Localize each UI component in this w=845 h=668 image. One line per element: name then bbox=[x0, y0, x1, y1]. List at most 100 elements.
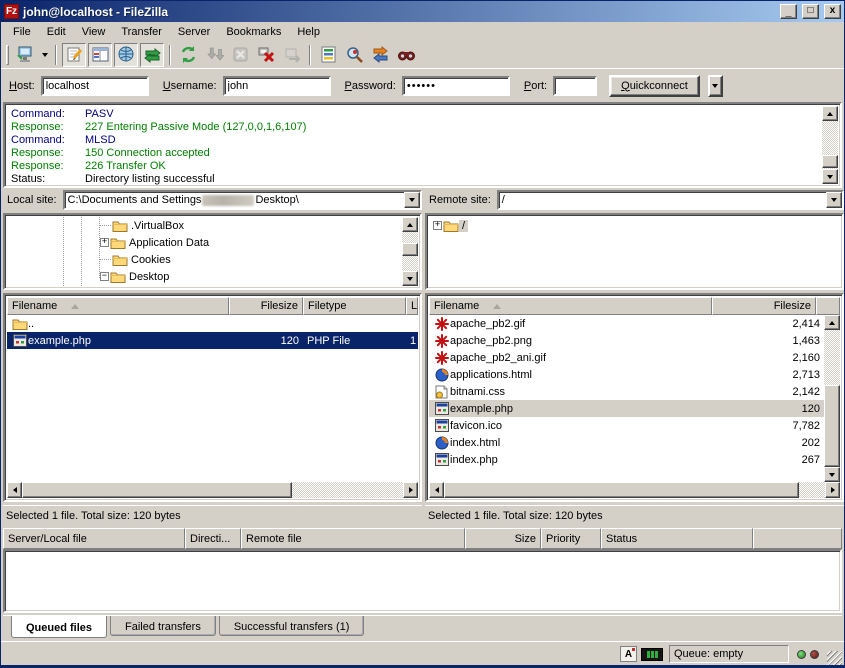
scroll-right-icon[interactable] bbox=[403, 482, 418, 498]
quickconnect-dropdown-icon[interactable] bbox=[708, 75, 723, 97]
username-input[interactable] bbox=[223, 76, 331, 96]
local-hscrollbar-thumb[interactable] bbox=[22, 482, 292, 498]
file-row[interactable]: index.html202 bbox=[429, 434, 824, 451]
file-row[interactable]: example.php120 bbox=[429, 400, 824, 417]
minimize-button[interactable]: _ bbox=[780, 4, 797, 19]
file-name-cell: applications.html bbox=[429, 368, 712, 382]
synchronized-browsing-icon[interactable] bbox=[368, 43, 392, 67]
scroll-left-icon[interactable] bbox=[429, 482, 444, 498]
process-queue-icon[interactable] bbox=[202, 43, 226, 67]
toggle-local-tree-icon[interactable] bbox=[88, 43, 112, 67]
column-header-filetype[interactable]: Filetype bbox=[303, 297, 406, 315]
queue-column-blank[interactable] bbox=[753, 528, 842, 549]
scroll-up-icon[interactable] bbox=[822, 106, 838, 121]
toggle-transfer-queue-icon[interactable] bbox=[140, 43, 164, 67]
remote-site-dropdown-icon[interactable] bbox=[826, 192, 842, 208]
data-type-ascii-icon[interactable]: A bbox=[620, 646, 637, 662]
menu-server[interactable]: Server bbox=[170, 24, 218, 40]
column-header-filename[interactable]: Filename bbox=[429, 297, 712, 315]
file-row[interactable]: index.php267 bbox=[429, 451, 824, 468]
toggle-message-log-icon[interactable] bbox=[62, 43, 86, 67]
collapse-icon[interactable]: − bbox=[100, 272, 109, 281]
queue-column-server-local-file[interactable]: Server/Local file bbox=[3, 528, 185, 549]
column-header-blank[interactable] bbox=[816, 297, 840, 315]
directory-comparison-icon[interactable] bbox=[342, 43, 366, 67]
tab-successful-transfers-1-[interactable]: Successful transfers (1) bbox=[219, 616, 365, 636]
remote-hscrollbar-thumb[interactable] bbox=[444, 482, 799, 498]
scroll-down-icon[interactable] bbox=[402, 271, 418, 286]
file-row[interactable]: bitnami.css2,142 bbox=[429, 383, 824, 400]
tree-item--virtualbox[interactable]: .VirtualBox bbox=[7, 217, 418, 234]
host-input[interactable] bbox=[41, 76, 149, 96]
log-line: Status:Directory listing successful bbox=[11, 173, 838, 186]
sort-ascending-icon bbox=[493, 304, 501, 309]
remote-hscrollbar[interactable] bbox=[429, 482, 840, 498]
scroll-up-icon[interactable] bbox=[402, 217, 418, 232]
tree-item-cookies[interactable]: Cookies bbox=[7, 251, 418, 268]
column-header-filesize[interactable]: Filesize bbox=[712, 297, 816, 315]
filter-icon[interactable] bbox=[316, 43, 340, 67]
menu-transfer[interactable]: Transfer bbox=[113, 24, 170, 40]
expand-icon[interactable]: + bbox=[100, 238, 109, 247]
menu-bookmarks[interactable]: Bookmarks bbox=[218, 24, 289, 40]
tree-item-application-data[interactable]: +Application Data bbox=[7, 234, 418, 251]
toolbar-grip[interactable] bbox=[6, 45, 9, 65]
remote-site-combo[interactable]: / bbox=[497, 190, 844, 210]
file-row[interactable]: favicon.ico7,782 bbox=[429, 417, 824, 434]
queue-column-priority[interactable]: Priority bbox=[541, 528, 601, 549]
html-file-icon bbox=[433, 368, 450, 382]
reconnect-icon[interactable] bbox=[280, 43, 304, 67]
log-scrollbar-thumb[interactable] bbox=[822, 155, 838, 168]
scroll-down-icon[interactable] bbox=[822, 169, 838, 184]
local-site-combo[interactable]: C:\Documents and Settings Desktop\ bbox=[63, 190, 422, 210]
close-button[interactable]: x bbox=[824, 4, 841, 19]
file-row[interactable]: .. bbox=[7, 315, 418, 332]
quickconnect-button[interactable]: Quickconnect bbox=[609, 75, 700, 97]
file-row[interactable]: apache_pb2.gif2,414 bbox=[429, 315, 824, 332]
cancel-operation-icon[interactable] bbox=[228, 43, 252, 67]
log-scrollbar[interactable] bbox=[822, 106, 838, 184]
site-manager-dropdown-icon[interactable] bbox=[38, 44, 51, 66]
scroll-up-icon[interactable] bbox=[824, 315, 840, 330]
menu-view[interactable]: View bbox=[74, 24, 114, 40]
queue-column-remote-file[interactable]: Remote file bbox=[241, 528, 465, 549]
menu-help[interactable]: Help bbox=[289, 24, 328, 40]
disconnect-icon[interactable] bbox=[254, 43, 278, 67]
title-bar[interactable]: Fz john@localhost - FileZilla _ □ x bbox=[1, 1, 844, 22]
column-header-filename[interactable]: Filename bbox=[7, 297, 229, 315]
find-files-icon[interactable] bbox=[394, 43, 418, 67]
resize-grip[interactable] bbox=[827, 651, 842, 666]
tree-item-desktop[interactable]: −Desktop bbox=[7, 268, 418, 285]
local-tree-scrollbar-thumb[interactable] bbox=[402, 243, 418, 256]
site-manager-icon[interactable] bbox=[13, 43, 37, 67]
queue-column-status[interactable]: Status bbox=[601, 528, 753, 549]
menu-file[interactable]: File bbox=[5, 24, 39, 40]
file-row[interactable]: example.php120PHP File1 bbox=[7, 332, 418, 349]
remote-vscrollbar[interactable] bbox=[824, 315, 840, 482]
local-site-dropdown-icon[interactable] bbox=[404, 192, 420, 208]
maximize-button[interactable]: □ bbox=[802, 4, 819, 19]
menu-edit[interactable]: Edit bbox=[39, 24, 74, 40]
column-header-l[interactable]: L bbox=[406, 297, 418, 315]
tree-item-root[interactable]: +/ bbox=[429, 217, 840, 234]
scroll-right-icon[interactable] bbox=[825, 482, 840, 498]
password-input[interactable] bbox=[402, 76, 510, 96]
queue-column-size[interactable]: Size bbox=[465, 528, 541, 549]
remote-vscrollbar-thumb[interactable] bbox=[824, 385, 840, 467]
file-row[interactable]: apache_pb2_ani.gif2,160 bbox=[429, 349, 824, 366]
toggle-remote-tree-icon[interactable] bbox=[114, 43, 138, 67]
local-hscrollbar[interactable] bbox=[7, 482, 418, 498]
file-row[interactable]: apache_pb2.png1,463 bbox=[429, 332, 824, 349]
log-line-text: 150 Connection accepted bbox=[85, 147, 210, 160]
file-row[interactable]: applications.html2,713 bbox=[429, 366, 824, 383]
scroll-left-icon[interactable] bbox=[7, 482, 22, 498]
queue-column-directi-[interactable]: Directi... bbox=[185, 528, 241, 549]
port-input[interactable] bbox=[553, 76, 597, 96]
scroll-down-icon[interactable] bbox=[824, 467, 840, 482]
tab-failed-transfers[interactable]: Failed transfers bbox=[110, 616, 216, 636]
tab-queued-files[interactable]: Queued files bbox=[11, 616, 107, 638]
column-header-filesize[interactable]: Filesize bbox=[229, 297, 303, 315]
refresh-icon[interactable] bbox=[176, 43, 200, 67]
expand-icon[interactable]: + bbox=[433, 221, 442, 230]
local-tree-scrollbar[interactable] bbox=[402, 217, 418, 286]
